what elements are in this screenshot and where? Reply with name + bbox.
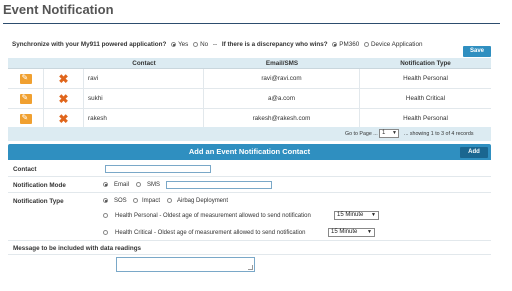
edit-icon[interactable]	[19, 73, 32, 84]
row-email: ravi@ravi.com	[204, 69, 360, 88]
sync-settings-row: Synchronize with your My911 powered appl…	[12, 41, 492, 51]
save-button[interactable]: Save	[463, 46, 491, 57]
health-critical-checkbox[interactable]	[103, 230, 108, 235]
winner-device-radio[interactable]	[364, 42, 369, 47]
notification-type-label: Notification Type	[13, 198, 64, 205]
pagination-bar: Go to Page ... 1 ... showing 1 to 3 of 4…	[8, 127, 491, 141]
type-impact-radio[interactable]	[133, 198, 138, 203]
row-notification-type: Health Critical	[405, 95, 446, 102]
health-personal-label: Health Personal - Oldest age of measurem…	[115, 213, 311, 219]
row-email: rakesh@rakesh.com	[204, 109, 360, 128]
add-button[interactable]: Add	[460, 147, 488, 158]
row-contact: sukhi	[84, 89, 204, 108]
delete-icon[interactable]: ✖	[58, 113, 68, 125]
sync-question: Synchronize with your My911 powered appl…	[12, 41, 167, 48]
sync-yes-radio[interactable]	[171, 42, 177, 47]
page-select[interactable]: 1	[379, 129, 399, 138]
column-header-email[interactable]: Email/SMS	[204, 58, 360, 68]
edit-icon[interactable]	[19, 113, 32, 124]
message-textarea[interactable]	[116, 257, 255, 272]
winner-device-label: Device Application	[371, 41, 423, 48]
type-sos-radio[interactable]	[103, 198, 108, 203]
edit-icon[interactable]	[19, 93, 32, 104]
contacts-table: Contact Email/SMS Notification Type ✖ ra…	[8, 58, 491, 129]
table-row: ✖ sukhi a@a.com Health Critical	[8, 89, 491, 109]
form-divider	[8, 192, 491, 193]
column-header-edit	[8, 58, 44, 68]
winner-pm360-radio[interactable]	[332, 42, 338, 47]
message-label: Message to be included with data reading…	[13, 245, 142, 252]
delete-icon[interactable]: ✖	[58, 73, 68, 85]
mode-email-label: Email	[114, 182, 130, 188]
title-divider	[3, 23, 500, 24]
goto-page-label: Go to Page ...	[345, 131, 378, 137]
mode-value-input[interactable]	[166, 181, 272, 189]
form-divider	[8, 176, 491, 177]
contact-input[interactable]	[105, 165, 211, 173]
sync-yes-label: Yes	[178, 41, 189, 48]
discrepancy-question: If there is a discrepancy who wins?	[221, 41, 328, 48]
column-header-delete	[44, 58, 84, 68]
records-info: ... showing 1 to 3 of 4 records	[404, 131, 474, 137]
sync-no-label: No	[200, 41, 209, 48]
health-critical-label: Health Critical - Oldest age of measurem…	[115, 230, 306, 236]
type-airbag-radio[interactable]	[167, 198, 172, 203]
table-row: ✖ rakesh rakesh@rakesh.com Health Person…	[8, 109, 491, 129]
health-personal-checkbox[interactable]	[103, 213, 108, 218]
table-header: Contact Email/SMS Notification Type	[8, 58, 491, 69]
sync-no-radio[interactable]	[193, 42, 199, 47]
column-header-notification-type[interactable]: Notification Type	[360, 58, 491, 68]
row-notification-type: Health Personal	[403, 115, 448, 122]
row-notification-type: Health Personal	[403, 75, 448, 82]
row-email: a@a.com	[204, 89, 360, 108]
mode-email-radio[interactable]	[103, 182, 108, 187]
type-sos-label: SOS	[114, 198, 127, 204]
form-divider	[8, 240, 491, 241]
notification-mode-label: Notification Mode	[13, 182, 66, 189]
health-personal-select[interactable]: 15 Minute	[334, 211, 379, 220]
form-divider	[8, 254, 491, 255]
row-contact: rakesh	[84, 109, 204, 128]
type-impact-label: Impact	[142, 198, 161, 204]
delete-icon[interactable]: ✖	[58, 93, 68, 105]
add-contact-form-header: Add an Event Notification Contact	[8, 144, 491, 160]
mode-sms-label: SMS	[147, 182, 161, 188]
sync-separator: --	[212, 41, 218, 48]
mode-sms-radio[interactable]	[136, 182, 141, 187]
row-contact: ravi	[84, 69, 204, 88]
column-header-contact[interactable]: Contact	[84, 58, 204, 68]
health-critical-select[interactable]: 15 Minute	[328, 228, 375, 237]
page-title: Event Notification	[3, 2, 114, 17]
winner-pm360-label: PM360	[339, 41, 360, 48]
type-airbag-label: Airbag Deployment	[177, 198, 229, 204]
table-row: ✖ ravi ravi@ravi.com Health Personal	[8, 69, 491, 89]
contact-label: Contact	[13, 166, 37, 173]
